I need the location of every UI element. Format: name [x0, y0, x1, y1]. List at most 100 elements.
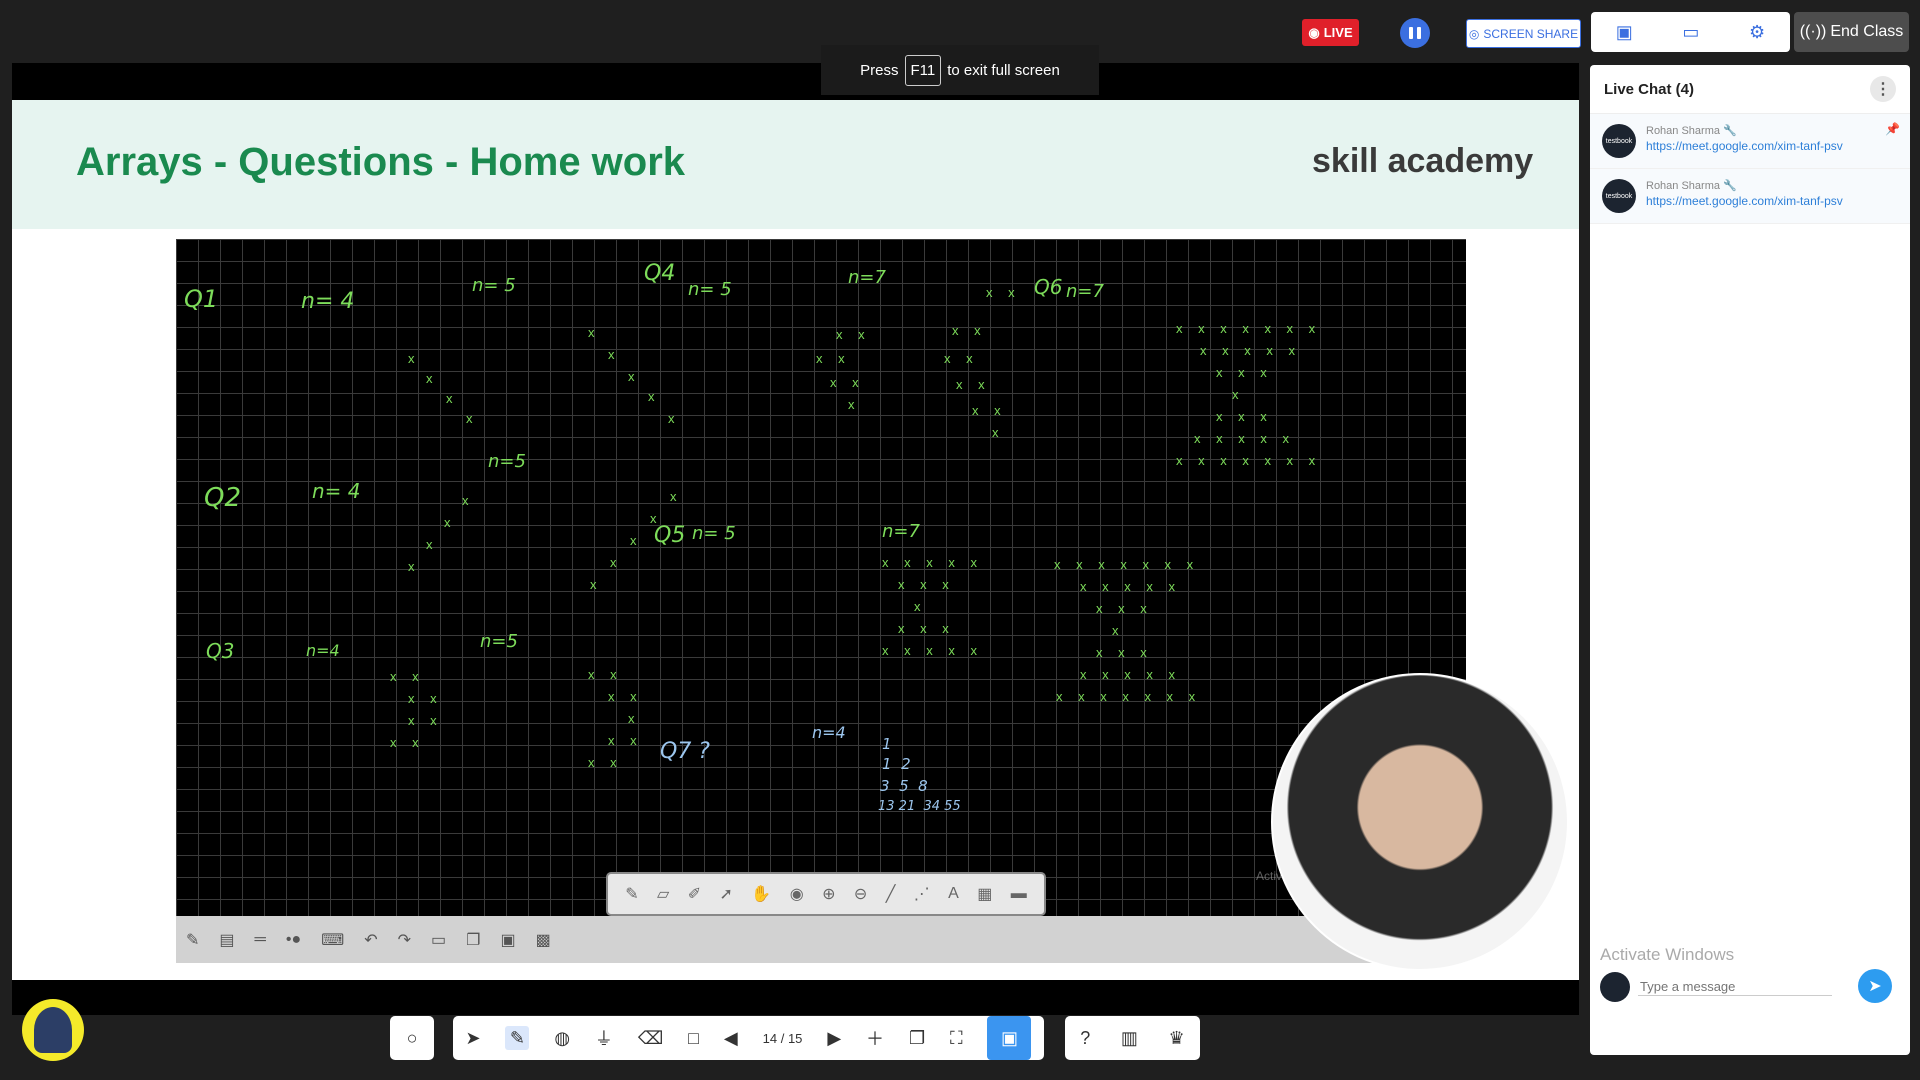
question-icon[interactable]: ?: [1080, 1028, 1090, 1049]
wrench-icon: 🔧: [1723, 125, 1737, 137]
note-q5-n: n= 5: [692, 523, 736, 544]
color-wheel-icon[interactable]: ◍: [554, 1028, 570, 1049]
send-icon[interactable]: ➤: [1858, 969, 1892, 1003]
pattern-marks: x x: [390, 735, 425, 750]
image-icon[interactable]: ▦: [977, 884, 992, 904]
pattern-marks: x x: [390, 669, 425, 684]
pattern-marks: x x x: [1096, 645, 1153, 660]
pause-button[interactable]: [1400, 18, 1430, 48]
highlighter-icon[interactable]: ⏚: [595, 1025, 613, 1051]
dashed-line-icon[interactable]: ⋰: [914, 884, 930, 904]
pattern-marks: x x x x x: [1080, 667, 1181, 682]
chat-message-input[interactable]: [1638, 978, 1832, 996]
chat-sender-row: Rohan Sharma 🔧: [1646, 124, 1843, 137]
cursor-icon[interactable]: ➤: [465, 1028, 480, 1049]
previous-page-icon[interactable]: ◀: [724, 1028, 738, 1049]
export-icon[interactable]: ▣: [501, 930, 516, 950]
pattern-marks: x x: [588, 667, 623, 682]
pattern-marks: x x: [944, 351, 979, 366]
color-picker-icon[interactable]: ◉: [790, 884, 804, 904]
end-class-button[interactable]: ((·)) End Class: [1794, 12, 1909, 52]
pattern-marks: x: [408, 351, 421, 366]
pattern-marks: x: [630, 533, 643, 548]
avatar: [1600, 972, 1630, 1002]
pattern-marks: x: [444, 515, 457, 530]
line-width-icon[interactable]: ═: [255, 931, 266, 949]
pattern-marks: x: [628, 369, 641, 384]
screen-share-icon[interactable]: ▣: [987, 1016, 1032, 1060]
pattern-marks: x x x x x x x: [1176, 321, 1322, 336]
more-options-icon[interactable]: ⋮: [1870, 76, 1896, 102]
trophy-icon[interactable]: ♛: [1169, 1028, 1185, 1049]
pin-icon[interactable]: 📌: [1885, 122, 1900, 136]
avatar: [22, 999, 84, 1061]
line-icon[interactable]: ╱: [886, 884, 896, 904]
undo-icon[interactable]: ↶: [364, 930, 377, 950]
hand-icon[interactable]: ✋: [751, 884, 771, 904]
slide-header: Arrays - Questions - Home work skill aca…: [12, 100, 1579, 229]
note-q2-n: n= 4: [312, 479, 361, 503]
pattern-marks: x: [426, 371, 439, 386]
copy-page-icon[interactable]: ❐: [466, 930, 480, 950]
gear-icon[interactable]: ⚙: [1749, 22, 1765, 43]
color-swatches-icon[interactable]: ▤: [219, 930, 234, 950]
circle-icon[interactable]: ○: [407, 1028, 418, 1049]
bottom-toolbar: ➤ ✎ ◍ ⏚ ⌫ □ ◀ 14 / 15 ▶ ＋ ❐ ⛶ ▣: [453, 1016, 1044, 1060]
topbar-tool-group: ▣ ▭ ⚙: [1591, 12, 1790, 52]
dot-size-icon[interactable]: •●: [286, 931, 301, 949]
note-q6-n: n=7: [1066, 281, 1104, 302]
keyboard-icon[interactable]: ▬: [1011, 885, 1027, 903]
highlighter-icon[interactable]: ✐: [688, 884, 701, 904]
keyboard-icon[interactable]: ⌨: [321, 930, 344, 950]
note-q3-n: n=4: [306, 641, 340, 660]
chat-input-area: Activate Windows ➤: [1590, 945, 1910, 1015]
chat-link[interactable]: https://meet.google.com/xim-tanf-psv: [1646, 137, 1843, 156]
pattern-marks: x: [426, 537, 439, 552]
video-camera-icon[interactable]: ▭: [1682, 22, 1699, 43]
screen-share-label: SCREEN SHARE: [1483, 26, 1579, 41]
add-page-icon[interactable]: ▭: [431, 930, 446, 950]
pattern-marks: x x: [836, 327, 871, 342]
add-icon[interactable]: ＋: [866, 1025, 884, 1051]
eraser-icon[interactable]: ▱: [657, 884, 669, 904]
slide-title: Arrays - Questions - Home work: [76, 140, 686, 184]
pattern-marks: x x: [408, 691, 443, 706]
chat-title: Live Chat (4): [1604, 80, 1695, 98]
zoom-out-icon[interactable]: ⊖: [854, 884, 867, 904]
pattern-marks: x: [992, 425, 1005, 440]
pattern-marks: x: [608, 347, 621, 362]
pattern-marks: x: [466, 411, 479, 426]
screen-share-button[interactable]: ◎ SCREEN SHARE: [1466, 19, 1581, 48]
brand-logo: skill academy: [1312, 142, 1534, 180]
whiteboard[interactable]: Q1 n= 4 n= 5 Q4 n= 5 n=7 Q6 n=7 Q2 n= 4 …: [176, 239, 1466, 963]
pattern-marks: x x: [972, 403, 1007, 418]
pattern-marks: x: [848, 397, 861, 412]
pointer-icon[interactable]: ➚: [720, 884, 733, 904]
eraser-icon[interactable]: ⌫: [638, 1028, 663, 1049]
fullscreen-icon[interactable]: ⛶: [950, 1028, 963, 1049]
present-icon[interactable]: ▣: [1616, 22, 1633, 43]
text-icon[interactable]: A: [948, 885, 959, 903]
duplicate-icon[interactable]: ❐: [909, 1028, 925, 1049]
settings-icon[interactable]: ▩: [536, 930, 551, 950]
chat-link[interactable]: https://meet.google.com/xim-tanf-psv: [1646, 192, 1843, 211]
pen-icon[interactable]: ✎: [505, 1026, 530, 1050]
pattern-marks: x x x x x: [1194, 431, 1295, 446]
pattern-marks: x x x x x: [1080, 579, 1181, 594]
pen-settings-icon[interactable]: ✎: [186, 930, 199, 950]
note-q2-n2: n=5: [488, 451, 526, 472]
board-bottom-toolbar: ✎ ▤ ═ •● ⌨ ↶ ↷ ▭ ❐ ▣ ▩: [176, 916, 1466, 963]
chat-sender: Rohan Sharma: [1646, 180, 1720, 192]
pattern-marks: x x x: [1096, 601, 1153, 616]
poll-chart-icon[interactable]: ▥: [1121, 1028, 1138, 1049]
pattern-marks: x: [914, 599, 927, 614]
chat-message: testbook Rohan Sharma 🔧 https://meet.goo…: [1590, 114, 1910, 169]
square-icon[interactable]: □: [688, 1028, 699, 1049]
live-label: LIVE: [1323, 25, 1353, 40]
notice-key: F11: [904, 54, 942, 86]
next-page-icon[interactable]: ▶: [827, 1028, 841, 1049]
zoom-in-icon[interactable]: ⊕: [822, 884, 835, 904]
pattern-marks: x x: [816, 351, 851, 366]
redo-icon[interactable]: ↷: [398, 930, 411, 950]
pen-icon[interactable]: ✎: [625, 884, 638, 904]
